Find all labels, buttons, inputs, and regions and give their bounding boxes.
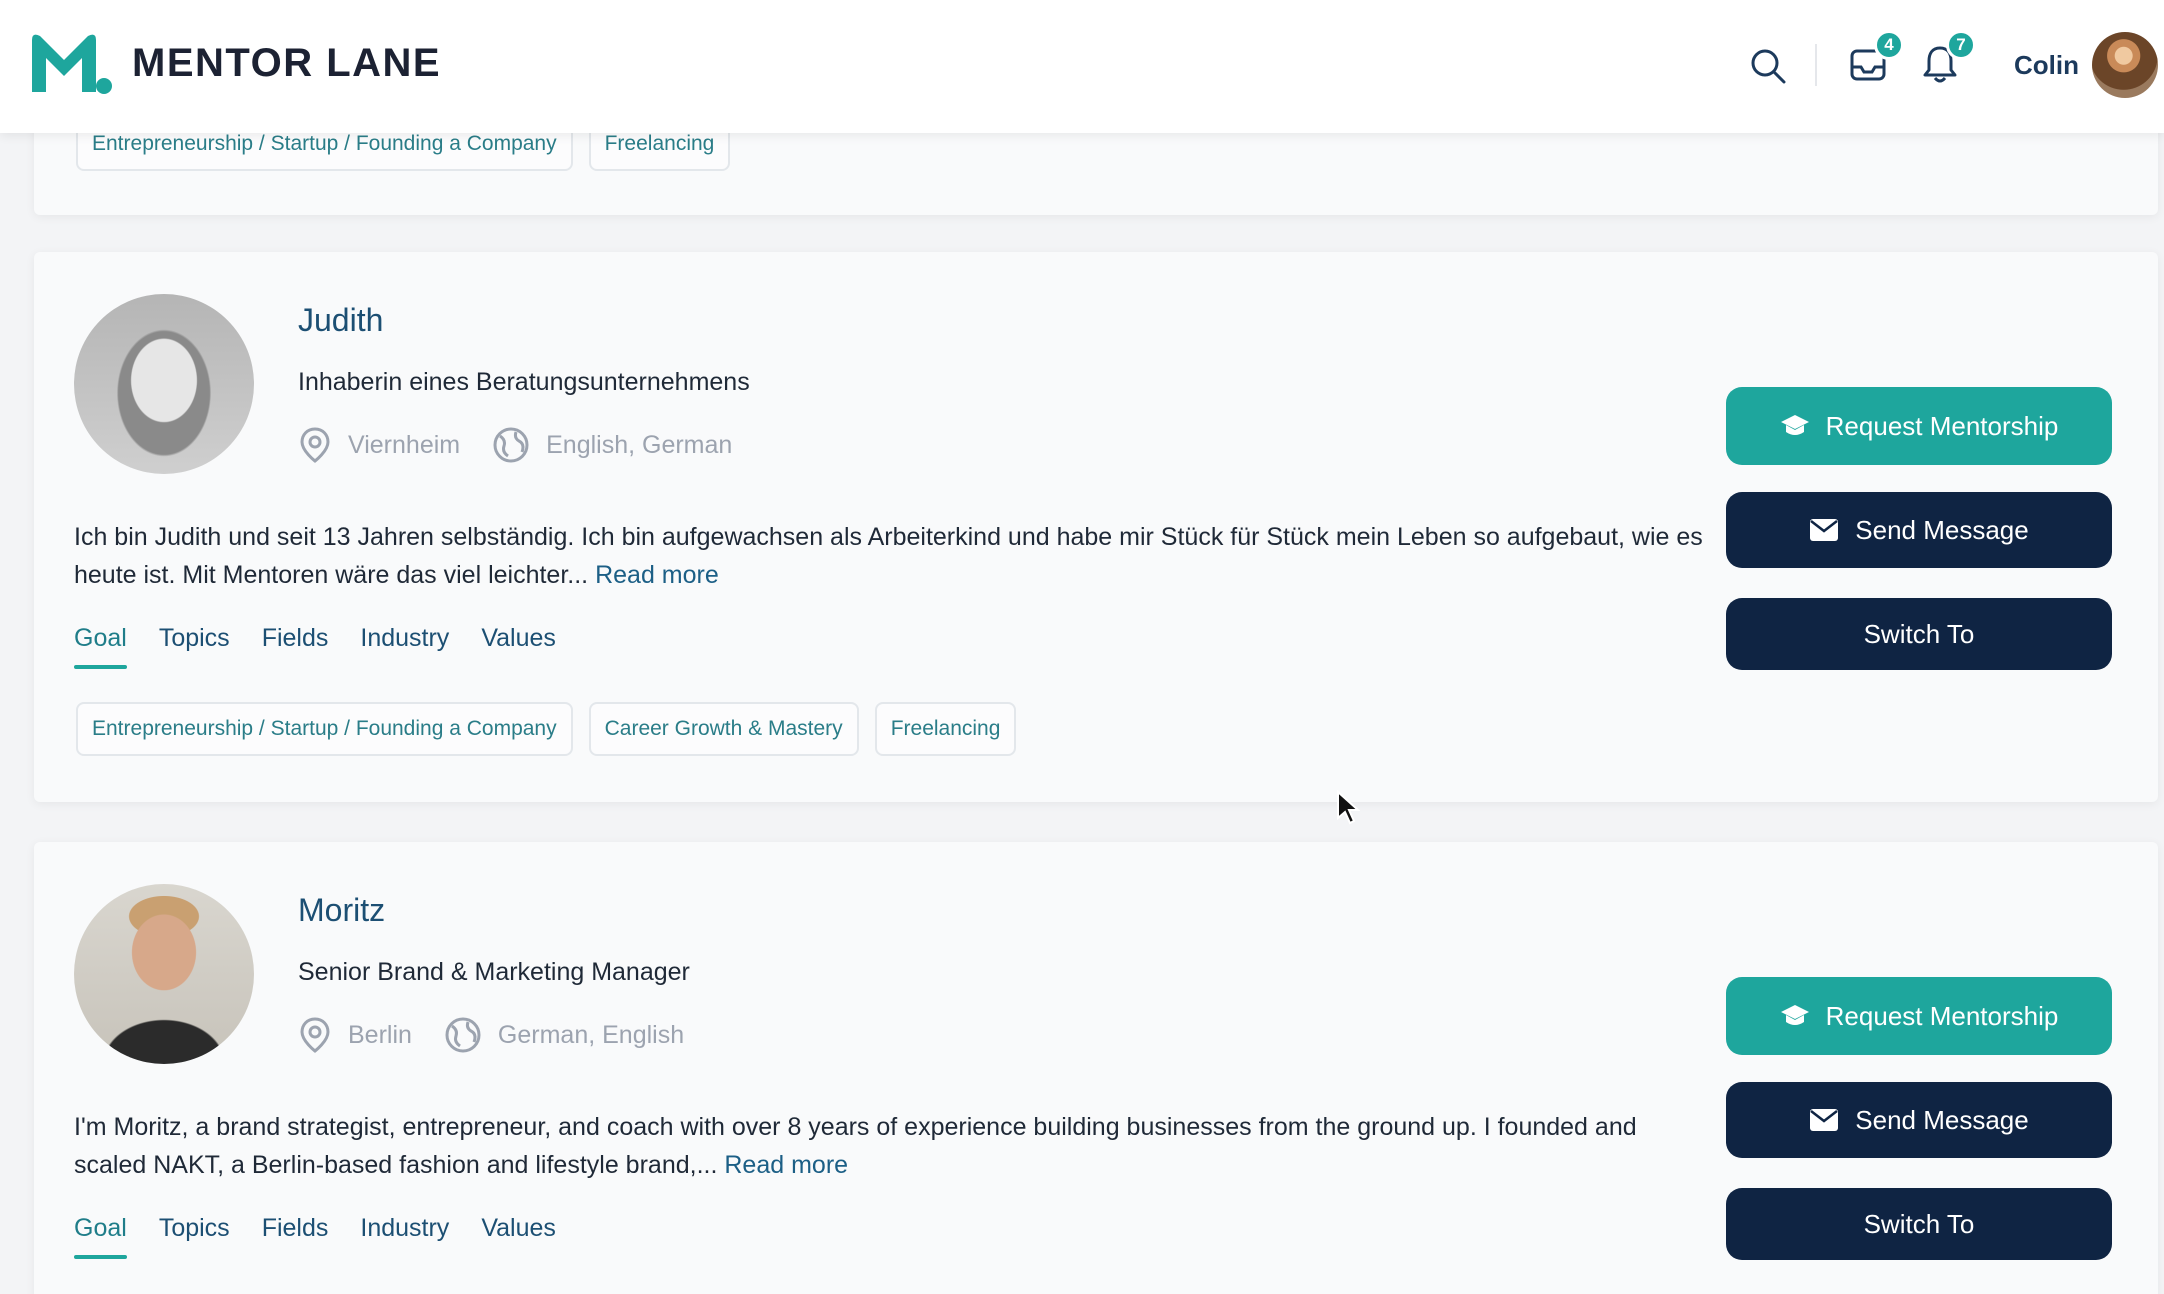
location-pin-icon: [300, 427, 330, 463]
mentor-photo[interactable]: [74, 884, 254, 1064]
mentor-card-judith: Judith Inhaberin eines Beratungsunterneh…: [34, 252, 2158, 802]
envelope-icon: [1810, 519, 1839, 541]
notifications-button[interactable]: 7: [1920, 30, 1976, 84]
switch-to-label: Switch To: [1863, 1208, 1975, 1239]
mentor-bio-text: Ich bin Judith und seit 13 Jahren selbst…: [74, 523, 1703, 589]
mentor-title: Senior Brand & Marketing Manager: [298, 958, 690, 986]
mentor-meta: Berlin German, English: [298, 1016, 716, 1054]
send-message-button[interactable]: Send Message: [1726, 492, 2112, 568]
inbox-button[interactable]: 4: [1848, 30, 1904, 84]
tab-fields[interactable]: Fields: [262, 624, 329, 669]
switch-to-label: Switch To: [1863, 618, 1975, 649]
inbox-count-badge: 4: [1874, 30, 1904, 60]
mentor-lane-logo-icon: [32, 34, 112, 94]
globe-icon: [445, 1017, 481, 1053]
mentor-languages: English, German: [546, 430, 733, 459]
top-navbar: MENTOR LANE 4 7 Colin: [0, 0, 2164, 133]
switch-to-button[interactable]: Switch To: [1726, 1188, 2112, 1260]
graduation-cap-icon: [1780, 1005, 1809, 1025]
send-message-button[interactable]: Send Message: [1726, 1082, 2112, 1158]
send-message-label: Send Message: [1855, 1104, 2029, 1135]
read-more-link[interactable]: Read more: [724, 1151, 848, 1179]
mentor-bio-text: I'm Moritz, a brand strategist, entrepre…: [74, 1113, 1637, 1179]
request-mentorship-label: Request Mentorship: [1825, 1000, 2059, 1031]
mentor-meta: Viernheim English, German: [298, 426, 764, 464]
tab-fields[interactable]: Fields: [262, 1214, 329, 1259]
mentor-tabs: Goal Topics Fields Industry Values: [74, 1214, 556, 1259]
envelope-icon: [1810, 1109, 1839, 1131]
mentor-title: Inhaberin eines Beratungsunternehmens: [298, 368, 750, 396]
search-icon: [1751, 49, 1786, 84]
mentor-location: Viernheim: [348, 430, 461, 459]
request-mentorship-button[interactable]: Request Mentorship: [1726, 387, 2112, 465]
mentor-photo[interactable]: [74, 294, 254, 474]
tag[interactable]: Career Growth & Mastery: [588, 702, 859, 756]
user-avatar[interactable]: [2092, 32, 2158, 98]
tab-goal[interactable]: Goal: [74, 1214, 127, 1259]
mentor-name[interactable]: Judith: [298, 302, 383, 339]
read-more-link[interactable]: Read more: [595, 561, 719, 589]
mentor-bio: Ich bin Judith und seit 13 Jahren selbst…: [74, 518, 1714, 594]
brand-logo[interactable]: MENTOR LANE: [28, 30, 441, 96]
mentor-languages: German, English: [497, 1020, 685, 1049]
mentor-name[interactable]: Moritz: [298, 892, 385, 929]
request-mentorship-label: Request Mentorship: [1825, 410, 2059, 441]
brand-name: MENTOR LANE: [132, 40, 442, 85]
tag[interactable]: Entrepreneurship / Startup / Founding a …: [76, 702, 573, 756]
send-message-label: Send Message: [1855, 514, 2029, 545]
mentor-location: Berlin: [348, 1020, 412, 1049]
search-button[interactable]: [1746, 44, 1790, 88]
graduation-cap-icon: [1780, 415, 1809, 435]
tab-values[interactable]: Values: [481, 624, 556, 669]
goal-tags: Entrepreneurship / Startup / Founding a …: [76, 702, 1017, 756]
tag[interactable]: Freelancing: [874, 702, 1017, 756]
mouse-cursor-icon: [1337, 790, 1360, 825]
tab-topics[interactable]: Topics: [159, 1214, 230, 1259]
switch-to-button[interactable]: Switch To: [1726, 598, 2112, 670]
notification-count-badge: 7: [1946, 30, 1976, 60]
tab-topics[interactable]: Topics: [159, 624, 230, 669]
user-name[interactable]: Colin: [2014, 50, 2079, 81]
tab-industry[interactable]: Industry: [360, 624, 449, 669]
tab-industry[interactable]: Industry: [360, 1214, 449, 1259]
header-divider: [1815, 44, 1817, 86]
request-mentorship-button[interactable]: Request Mentorship: [1726, 977, 2112, 1055]
location-pin-icon: [300, 1017, 330, 1053]
mentor-card-moritz: Moritz Senior Brand & Marketing Manager …: [34, 842, 2158, 1294]
mentor-bio: I'm Moritz, a brand strategist, entrepre…: [74, 1108, 1714, 1184]
mentor-tabs: Goal Topics Fields Industry Values: [74, 624, 556, 669]
tab-goal[interactable]: Goal: [74, 624, 127, 669]
tab-values[interactable]: Values: [481, 1214, 556, 1259]
globe-icon: [493, 427, 529, 463]
